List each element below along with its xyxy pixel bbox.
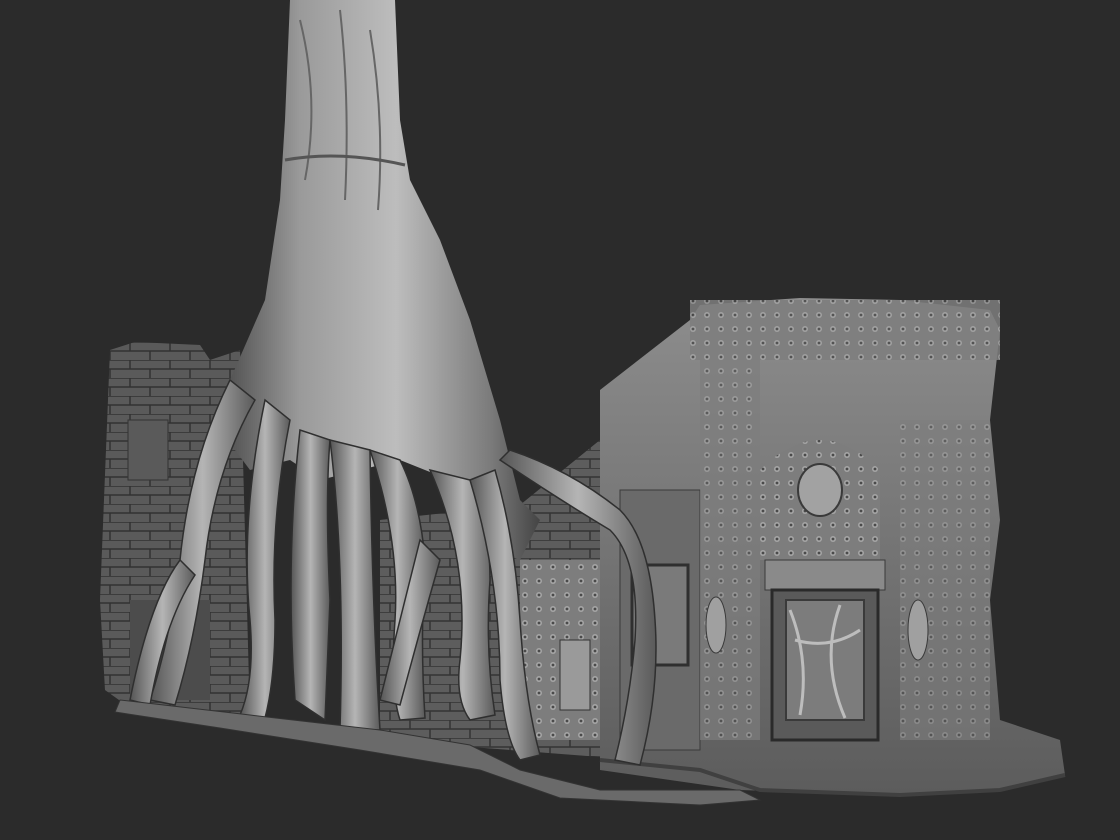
sculpt-model[interactable] xyxy=(0,0,1120,840)
3d-viewport[interactable] xyxy=(0,0,1120,840)
temple-facade xyxy=(599,298,1066,798)
